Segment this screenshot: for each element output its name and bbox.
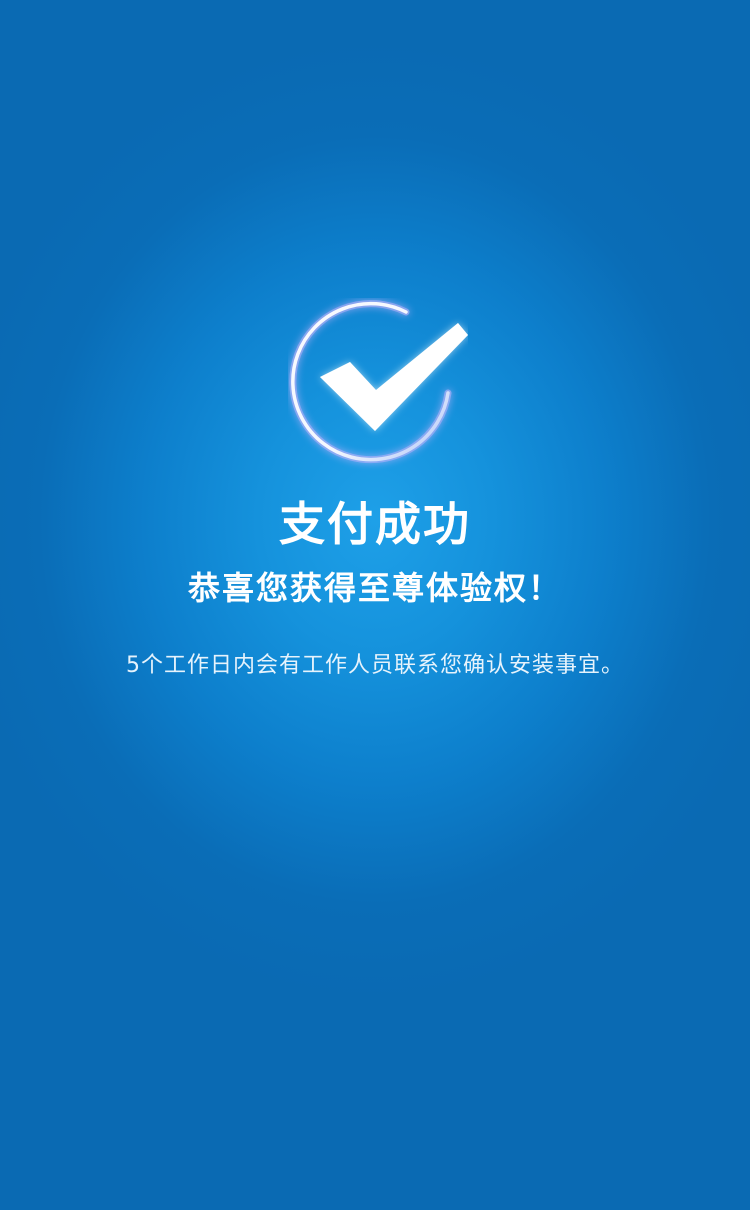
- payment-success-title: 支付成功: [279, 497, 471, 551]
- payment-success-screen: 支付成功 恭喜您获得至尊体验权！ 5个工作日内会有工作人员联系您确认安装事宜。: [0, 0, 750, 1210]
- checkmark-circle-icon: [289, 300, 468, 464]
- installation-contact-note: 5个工作日内会有工作人员联系您确认安装事宜。: [126, 653, 624, 678]
- congratulation-message: 恭喜您获得至尊体验权！: [187, 569, 562, 607]
